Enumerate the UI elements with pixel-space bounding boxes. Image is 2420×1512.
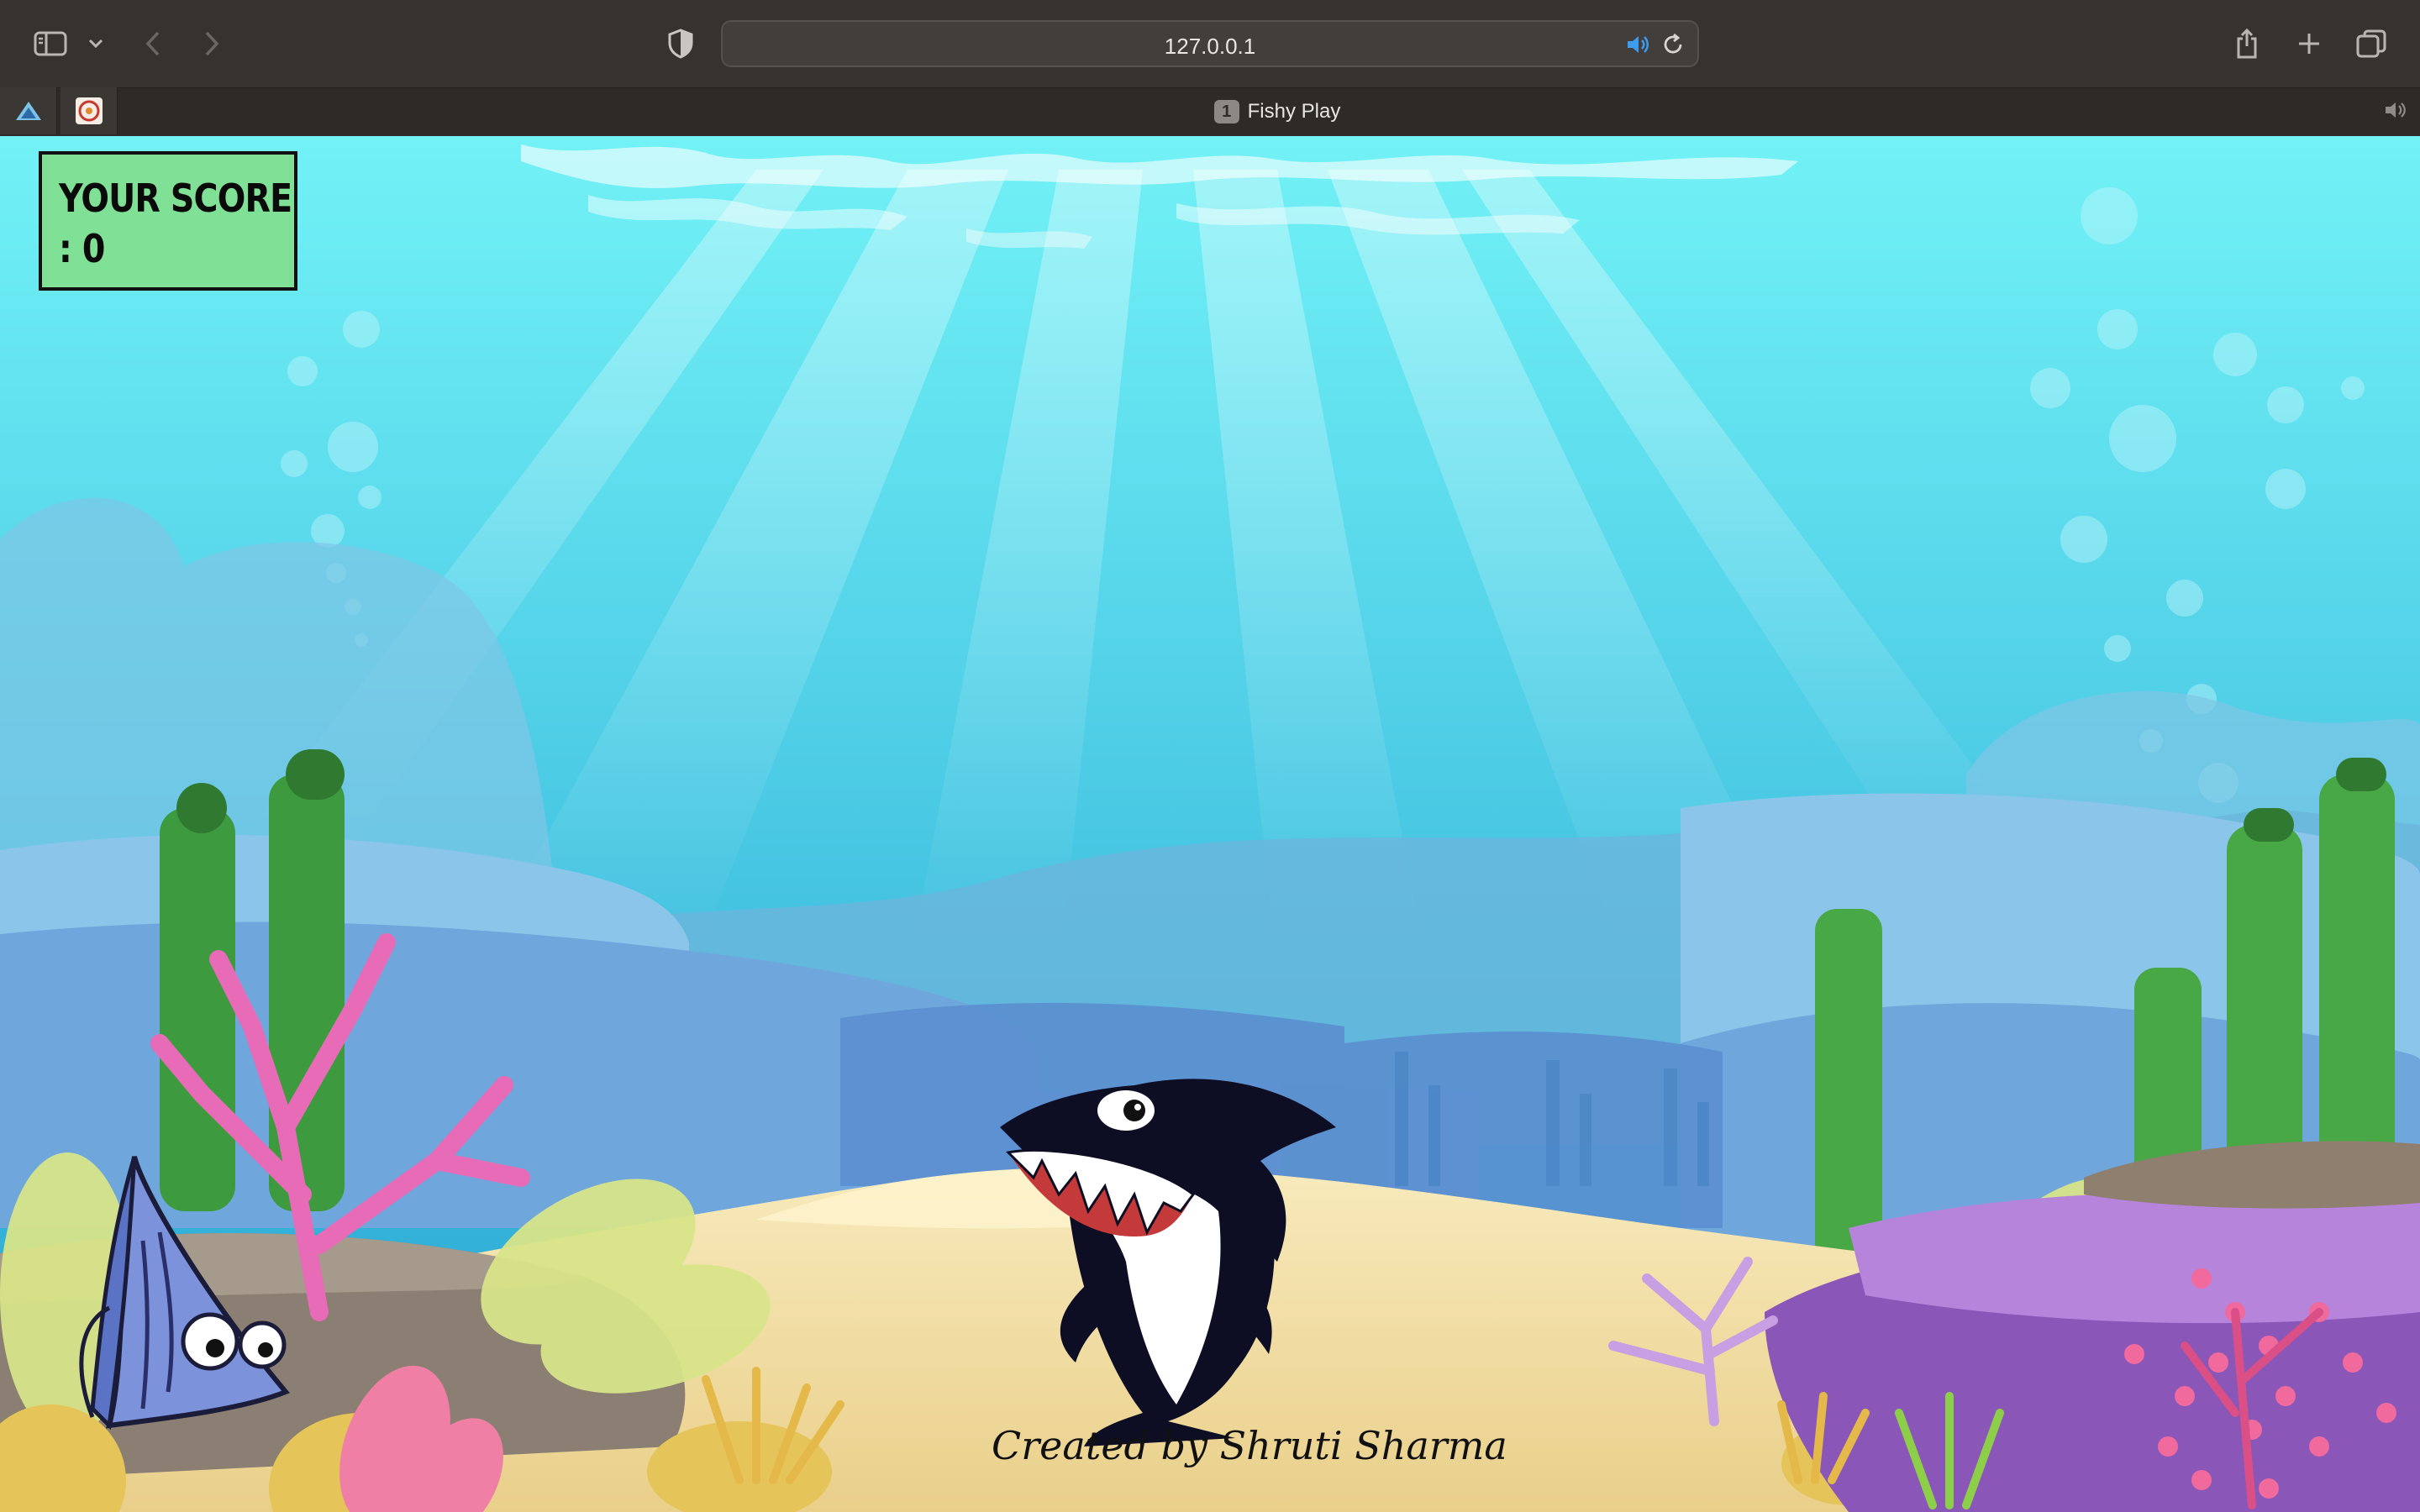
back-arrow-icon[interactable]	[131, 22, 175, 66]
tab-speaker-icon[interactable]	[2383, 99, 2408, 125]
plus-icon[interactable]	[2287, 22, 2331, 66]
pinned-tab-triangle-icon[interactable]	[0, 87, 57, 134]
orca-player[interactable]	[983, 1068, 1344, 1455]
score-label: YOUR SCORE	[59, 176, 292, 221]
score-panel: YOUR SCORE : 0	[39, 151, 297, 291]
tab-overview-icon[interactable]	[2349, 22, 2393, 66]
tab-number-badge: 1	[1213, 100, 1239, 123]
speaker-icon[interactable]	[1625, 33, 1650, 60]
chevron-down-icon[interactable]	[76, 22, 116, 66]
sidebar-toggle-icon[interactable]	[29, 22, 72, 66]
creator-credit: Created by Shruti Sharma	[992, 1423, 1507, 1468]
game-canvas[interactable]: YOUR SCORE : 0 Created by Shruti Sharma	[0, 136, 2420, 1512]
url-text: 127.0.0.1	[1164, 34, 1256, 59]
share-icon[interactable]	[2225, 22, 2269, 66]
address-bar[interactable]: 127.0.0.1	[721, 20, 1699, 67]
forward-arrow-icon[interactable]	[190, 22, 234, 66]
score-value: : 0	[59, 226, 105, 271]
pinned-tab-circle-icon[interactable]	[60, 87, 118, 134]
angelfish-character	[79, 1156, 290, 1431]
browser-toolbar: 127.0.0.1	[0, 0, 2420, 87]
active-tab[interactable]: 1 Fishy Play	[1008, 97, 1546, 126]
tab-title: Fishy Play	[1247, 100, 1341, 123]
reload-icon[interactable]	[1660, 32, 1686, 61]
privacy-shield-icon[interactable]	[659, 22, 702, 66]
